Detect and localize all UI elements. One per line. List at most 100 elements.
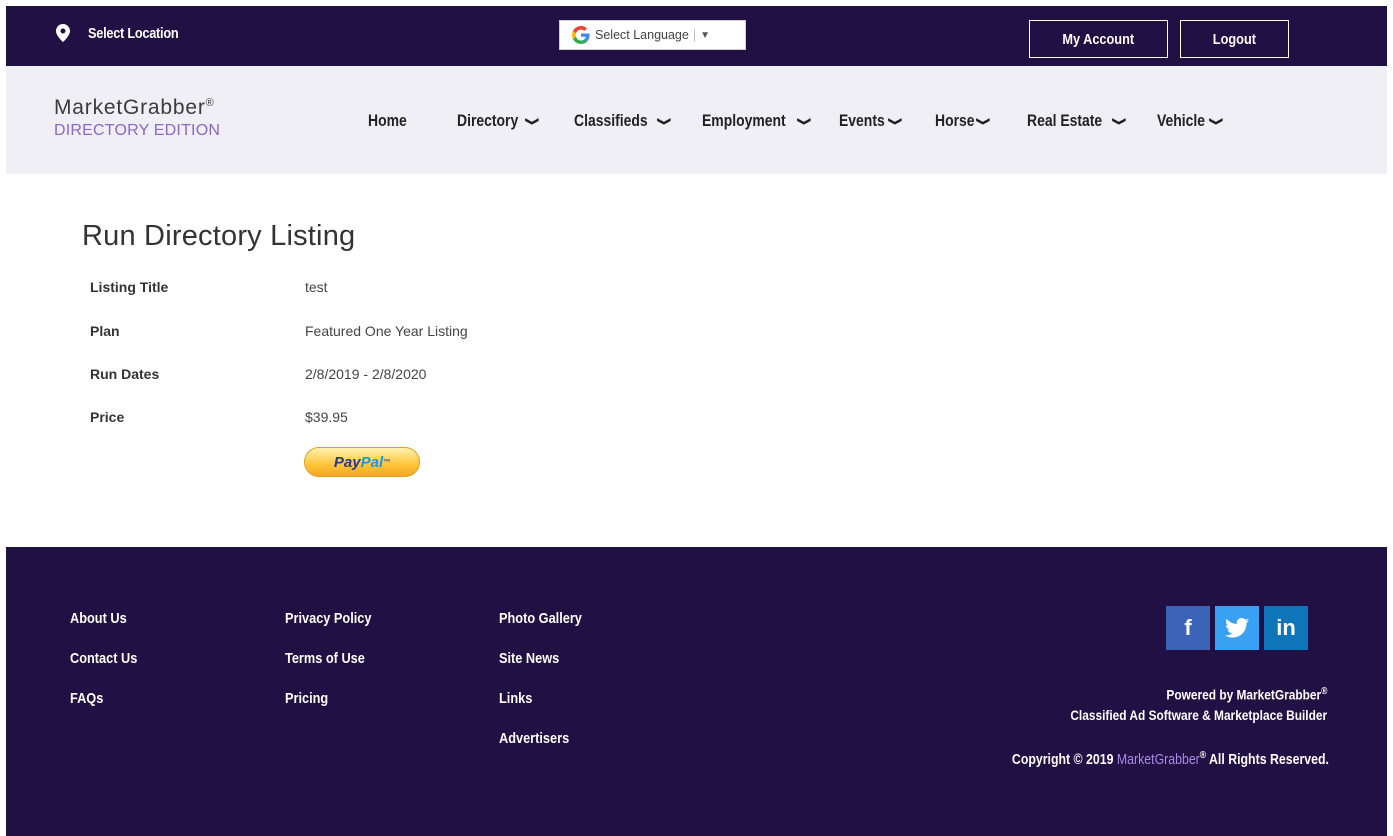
- footer-link-about-us[interactable]: About Us: [70, 610, 149, 650]
- linkedin-icon[interactable]: in: [1264, 606, 1308, 650]
- footer-link-pricing[interactable]: Pricing: [285, 690, 387, 730]
- footer-link-label: Privacy Policy: [285, 610, 372, 627]
- field-value: 2/8/2019 - 2/8/2020: [305, 366, 427, 382]
- logo-registered-mark: ®: [205, 97, 215, 109]
- powered-line-1: Powered by MarketGrabber: [1165, 686, 1321, 703]
- footer-link-label: Links: [499, 690, 533, 707]
- nav-item-label: Real Estate: [1027, 111, 1103, 130]
- field-row-plan: Plan Featured One Year Listing: [90, 323, 468, 339]
- top-bar: Select Location Select Language | ▼ My A…: [6, 6, 1387, 66]
- footer-column-1: About Us Contact Us FAQs: [70, 610, 149, 730]
- site-logo[interactable]: MarketGrabber® DIRECTORY EDITION: [54, 96, 220, 140]
- footer-link-label: Advertisers: [499, 730, 570, 747]
- footer-link-label: Terms of Use: [285, 650, 365, 667]
- field-label: Price: [90, 409, 125, 425]
- footer-link-label: About Us: [70, 610, 127, 627]
- nav-item-employment[interactable]: Employment ❯: [702, 111, 812, 131]
- field-label: Listing Title: [90, 279, 169, 295]
- page: Select Location Select Language | ▼ My A…: [6, 6, 1387, 836]
- my-account-button[interactable]: My Account: [1029, 20, 1168, 58]
- field-value: test: [305, 279, 328, 295]
- field-row-run-dates: Run Dates 2/8/2019 - 2/8/2020: [90, 366, 426, 382]
- paypal-pal-text: Pal: [360, 453, 384, 471]
- logout-label: Logout: [1212, 30, 1257, 48]
- site-header: MarketGrabber® DIRECTORY EDITION Home Di…: [6, 66, 1387, 174]
- footer-link-advertisers[interactable]: Advertisers: [499, 730, 597, 770]
- copyright-suffix: All Rights Reserved.: [1206, 751, 1329, 768]
- language-divider: |: [692, 28, 697, 42]
- dropdown-arrow-icon: ▼: [700, 29, 710, 41]
- chevron-down-icon: ❯: [524, 116, 539, 126]
- chevron-down-icon: ❯: [1208, 116, 1223, 126]
- select-location[interactable]: Select Location: [56, 24, 194, 42]
- powered-by: Powered by MarketGrabber® Classified Ad …: [1025, 682, 1327, 725]
- twitter-bird-icon: [1225, 618, 1249, 638]
- nav-item-directory[interactable]: Directory ❯: [457, 111, 545, 131]
- google-g-icon: [572, 26, 590, 44]
- field-value: $39.95: [305, 409, 348, 425]
- facebook-icon[interactable]: f: [1166, 606, 1210, 650]
- copyright-prefix: Copyright © 2019: [1012, 751, 1118, 768]
- chevron-down-icon: ❯: [975, 116, 991, 126]
- nav-item-label: Classifieds: [574, 111, 648, 130]
- nav-item-label: Vehicle: [1157, 111, 1206, 130]
- select-location-label: Select Location: [88, 24, 179, 42]
- footer-link-links[interactable]: Links: [499, 690, 597, 730]
- main-nav: Home Directory ❯ Classifieds ❯ Employmen…: [368, 109, 1258, 133]
- nav-item-real-estate[interactable]: Real Estate ❯: [1027, 111, 1128, 131]
- nav-item-label: Events: [839, 111, 885, 130]
- main-content: Run Directory Listing Listing Title test…: [6, 174, 1387, 547]
- logo-edition: DIRECTORY EDITION: [54, 122, 221, 139]
- site-footer: About Us Contact Us FAQs Privacy Policy …: [6, 547, 1387, 836]
- nav-item-home[interactable]: Home: [368, 111, 428, 131]
- paypal-tm: ™: [383, 458, 391, 466]
- field-row-price: Price $39.95: [90, 409, 348, 425]
- footer-link-label: Contact Us: [70, 650, 138, 667]
- paypal-pay-text: Pay: [333, 453, 361, 471]
- nav-item-label: Home: [368, 111, 407, 130]
- chevron-down-icon: ❯: [887, 116, 902, 126]
- nav-item-classifieds[interactable]: Classifieds ❯: [574, 111, 673, 131]
- social-links: f in: [1166, 606, 1313, 650]
- powered-line-2: Classified Ad Software & Marketplace Bui…: [1070, 706, 1327, 723]
- logo-brand-name: MarketGrabber: [54, 96, 206, 119]
- facebook-glyph: f: [1184, 615, 1192, 640]
- field-row-listing-title: Listing Title test: [90, 279, 328, 295]
- chevron-down-icon: ❯: [656, 116, 671, 126]
- paypal-button[interactable]: Pay Pal ™: [304, 447, 420, 477]
- nav-item-events[interactable]: Events ❯: [839, 111, 906, 131]
- footer-link-label: FAQs: [70, 690, 104, 707]
- footer-link-privacy-policy[interactable]: Privacy Policy: [285, 610, 387, 650]
- footer-link-site-news[interactable]: Site News: [499, 650, 597, 690]
- footer-column-2: Privacy Policy Terms of Use Pricing: [285, 610, 387, 730]
- nav-item-vehicle[interactable]: Vehicle ❯: [1157, 111, 1229, 131]
- copyright-brand-link[interactable]: MarketGrabber: [1117, 752, 1200, 768]
- footer-link-photo-gallery[interactable]: Photo Gallery: [499, 610, 597, 650]
- chevron-down-icon: ❯: [796, 116, 812, 126]
- my-account-label: My Account: [1062, 30, 1135, 48]
- footer-link-faqs[interactable]: FAQs: [70, 690, 149, 730]
- footer-link-label: Pricing: [285, 690, 329, 707]
- nav-item-horse[interactable]: Horse ❯: [935, 111, 998, 131]
- field-label: Run Dates: [90, 366, 160, 382]
- language-select[interactable]: Select Language | ▼: [559, 20, 746, 50]
- registered-mark: ®: [1320, 686, 1327, 697]
- twitter-icon[interactable]: [1215, 606, 1259, 650]
- linkedin-glyph: in: [1276, 615, 1296, 640]
- nav-item-label: Employment: [702, 111, 786, 130]
- copyright: Copyright © 2019 MarketGrabber® All Righ…: [956, 750, 1329, 768]
- location-pin-icon: [56, 24, 70, 42]
- nav-item-label: Horse: [935, 111, 975, 130]
- footer-link-terms-of-use[interactable]: Terms of Use: [285, 650, 387, 690]
- logout-button[interactable]: Logout: [1180, 20, 1289, 58]
- logo-brand: MarketGrabber®: [54, 96, 220, 120]
- field-label: Plan: [90, 323, 120, 339]
- footer-link-contact-us[interactable]: Contact Us: [70, 650, 149, 690]
- page-title: Run Directory Listing: [82, 220, 356, 252]
- field-value: Featured One Year Listing: [305, 323, 468, 339]
- footer-column-3: Photo Gallery Site News Links Advertiser…: [499, 610, 597, 770]
- language-label: Select Language: [595, 28, 689, 42]
- footer-link-label: Photo Gallery: [499, 610, 582, 627]
- nav-item-label: Directory: [457, 111, 519, 130]
- footer-link-label: Site News: [499, 650, 560, 667]
